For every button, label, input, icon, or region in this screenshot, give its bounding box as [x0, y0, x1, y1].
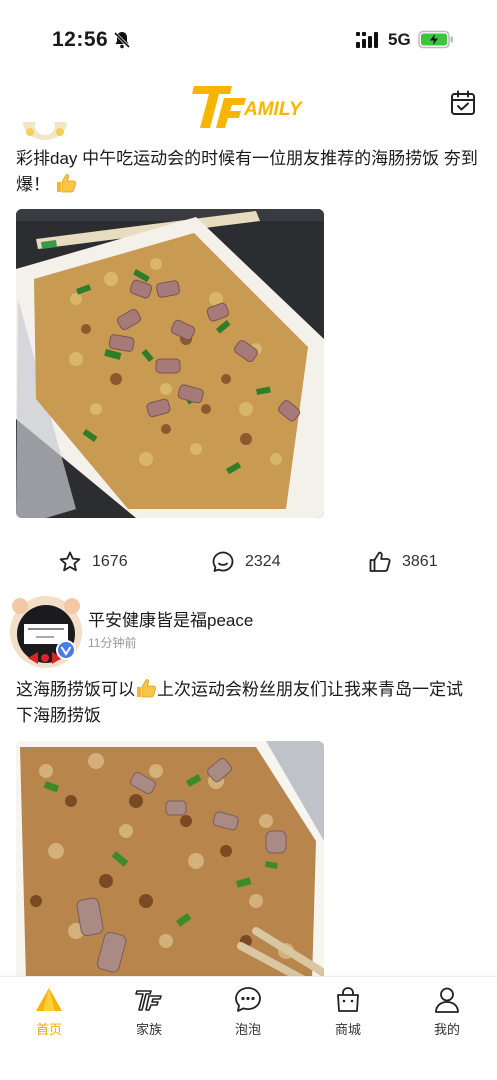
tab-label: 首页	[35, 1022, 62, 1037]
like-count: 3861	[402, 553, 438, 570]
post-body-part1: 这海肠捞饭可以	[16, 680, 135, 699]
post-time: 11分钟前	[88, 636, 137, 650]
like-button[interactable]: 3861	[368, 548, 438, 576]
post-author[interactable]: 平安健康皆是福peace 11分钟前	[0, 592, 497, 672]
tab-bar: 首页 家族 泡泡 商城 我的	[0, 976, 497, 1080]
feed[interactable]: 彩排day 中午吃运动会的时候有一位朋友推荐的海肠捞饭 夯到爆！ 1676 23…	[0, 120, 497, 976]
shopping-bag-icon	[337, 987, 359, 1012]
thumbs-up-icon	[137, 679, 157, 698]
tab-home[interactable]: 首页	[9, 985, 89, 1045]
post-text[interactable]: 彩排day 中午吃运动会的时候有一位朋友推荐的海肠捞饭 夯到爆！	[16, 146, 478, 198]
comment-button[interactable]: 2324	[211, 548, 281, 576]
tab-mine[interactable]: 我的	[407, 985, 487, 1045]
post-body: 彩排day 中午吃运动会的时候有一位朋友推荐的海肠捞饭 夯到爆！	[16, 149, 478, 194]
post-text[interactable]: 这海肠捞饭可以 上次运动会粉丝朋友们让我来青岛一定试下海肠捞饭	[16, 677, 478, 729]
post-image[interactable]	[16, 209, 324, 518]
tf-family-icon	[135, 990, 162, 1011]
author-name[interactable]: 平安健康皆是福peace	[88, 606, 253, 631]
thumbs-up-outline-icon	[369, 551, 391, 572]
star-icon	[59, 551, 81, 572]
favorite-count: 1676	[92, 553, 128, 570]
tab-family[interactable]: 家族	[109, 985, 189, 1045]
home-icon	[36, 988, 62, 1011]
tab-bubble[interactable]: 泡泡	[208, 985, 288, 1045]
signal-icon	[356, 32, 378, 48]
tab-label: 我的	[433, 1022, 460, 1037]
favorite-button[interactable]: 1676	[58, 548, 128, 576]
status-bar: 12:56 5G	[0, 0, 497, 72]
calendar-icon[interactable]	[450, 90, 476, 116]
tab-mall[interactable]: 商城	[308, 985, 388, 1045]
battery-charging-icon	[418, 30, 453, 49]
tab-label: 商城	[334, 1022, 361, 1037]
tab-label: 家族	[135, 1022, 162, 1037]
avatar[interactable]	[6, 592, 86, 672]
network-label: 5G	[388, 30, 411, 49]
comment-icon	[212, 551, 234, 572]
bell-muted-icon	[113, 31, 131, 49]
chat-bubble-icon	[235, 987, 261, 1012]
tab-label: 泡泡	[234, 1022, 261, 1037]
status-time: 12:56	[52, 28, 109, 51]
avatar[interactable]	[22, 122, 68, 142]
post-actions: 1676 2324 3861	[0, 542, 497, 582]
comment-count: 2324	[245, 553, 281, 570]
thumbs-up-icon	[56, 174, 76, 193]
profile-icon	[435, 987, 459, 1013]
post-image[interactable]	[16, 741, 324, 976]
svg-text:AMILY: AMILY	[243, 99, 304, 120]
